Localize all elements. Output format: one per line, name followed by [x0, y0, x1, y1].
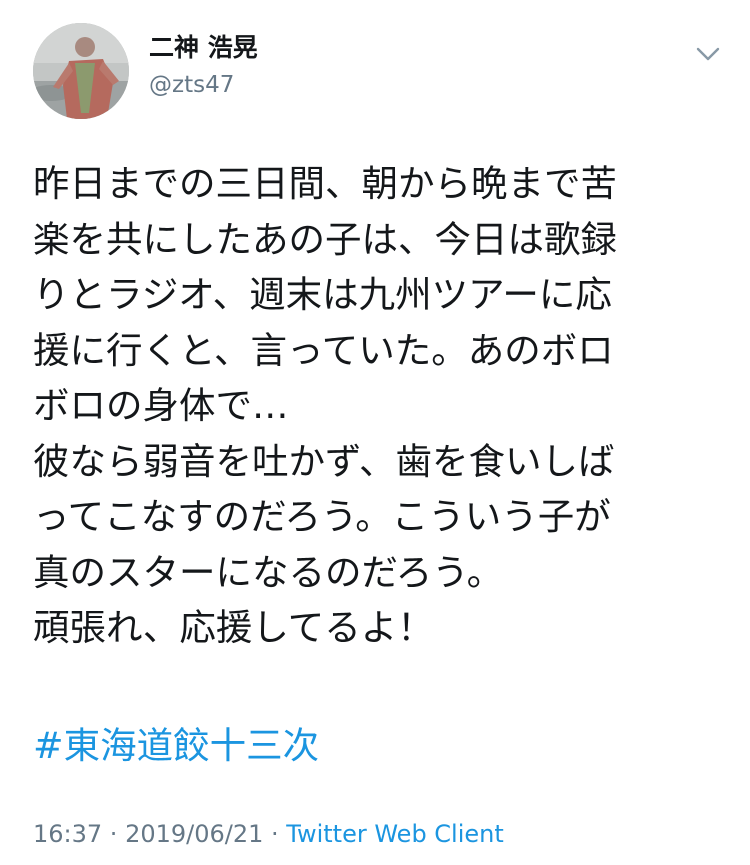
tweet-text: 昨日までの三日間、朝から晩まで苦 楽を共にしたあの子は、今日は歌録 りとラジオ、… [33, 156, 723, 656]
tweet-card: 二神 浩晃 @zts47 昨日までの三日間、朝から晩まで苦 楽を共にしたあの子は… [0, 0, 750, 865]
tweet-time[interactable]: 16:37 [33, 820, 102, 848]
tweet-text-line: 真のスターになるのだろう。 [33, 550, 504, 594]
tweet-text-line: りとラジオ、週末は九州ツアーに応 [33, 273, 612, 316]
avatar[interactable] [33, 23, 129, 119]
author-name[interactable]: 二神 浩晃 [149, 35, 258, 60]
meta-separator: · [263, 820, 287, 848]
tweet-text-line: 昨日までの三日間、朝から晩まで苦 [33, 162, 617, 205]
chevron-down-icon[interactable] [694, 42, 722, 66]
author-handle[interactable]: @zts47 [149, 74, 234, 97]
avatar-photo [33, 23, 129, 119]
tweet-text-line: 彼なら弱音を吐かず、歯を食いしば [33, 439, 615, 483]
tweet-meta: 16:37 · 2019/06/21 · Twitter Web Client [33, 822, 504, 846]
tweet-text-line: ボロの身体で… [33, 384, 289, 427]
meta-separator: · [102, 820, 126, 848]
hashtag-link[interactable]: #東海道餃十三次 [33, 718, 319, 774]
tweet-text-line: 頑張れ、応援してるよ！ [33, 606, 434, 649]
tweet-text-line: 楽を共にしたあの子は、今日は歌録 [33, 217, 617, 261]
tweet-text-line: ってこなすのだろう。こういう子が [33, 495, 611, 538]
client-link[interactable]: Twitter Web Client [286, 820, 504, 848]
tweet-text-line: 援に行くと、言っていた。あのボロ [33, 328, 614, 372]
tweet-date[interactable]: 2019/06/21 [125, 820, 263, 848]
